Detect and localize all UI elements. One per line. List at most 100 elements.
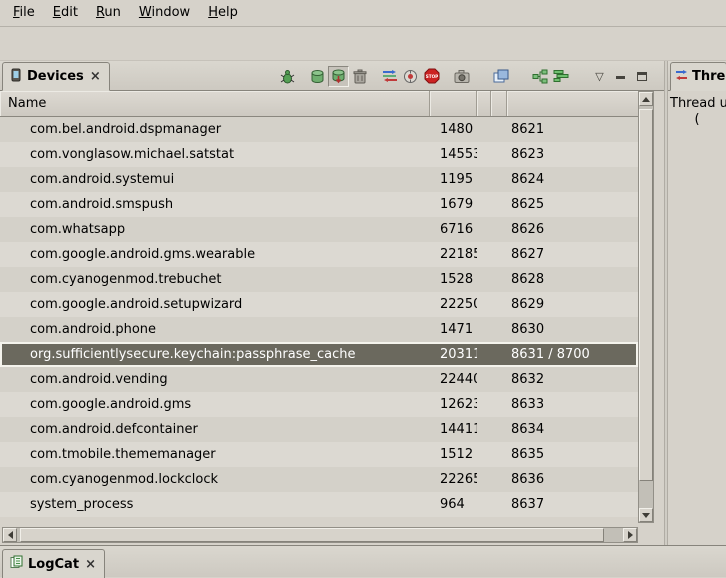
empty-cell xyxy=(491,317,507,342)
process-name: com.google.android.gms.wearable xyxy=(0,242,430,267)
close-icon[interactable]: × xyxy=(89,69,102,84)
process-pid: 14553 xyxy=(430,142,477,167)
table-row[interactable]: com.android.systemui 1195 8624 xyxy=(0,167,638,192)
stop-process-icon[interactable]: STOP xyxy=(421,66,442,87)
table-row[interactable]: com.cyanogenmod.lockclock 22265 8636 xyxy=(0,467,638,492)
process-name: com.whatsapp xyxy=(0,217,430,242)
process-port: 8624 xyxy=(507,167,638,192)
table-row[interactable]: org.sufficientlysecure.keychain:passphra… xyxy=(0,342,638,367)
table-header: Name xyxy=(0,91,638,117)
table-row[interactable]: com.bel.android.dspmanager 1480 8621 xyxy=(0,117,638,142)
scroll-down-icon[interactable] xyxy=(639,508,653,522)
update-threads-icon[interactable] xyxy=(379,66,400,87)
empty-cell xyxy=(477,117,491,142)
threads-view: Threads Thread up ( xyxy=(668,61,726,545)
menu-window[interactable]: Window xyxy=(130,0,199,26)
empty-cell xyxy=(477,242,491,267)
process-port: 8629 xyxy=(507,292,638,317)
table-row[interactable]: com.whatsapp 6716 8626 xyxy=(0,217,638,242)
cause-gc-icon[interactable] xyxy=(349,66,370,87)
process-name: com.google.android.gms xyxy=(0,392,430,417)
table-row[interactable]: com.android.smspush 1679 8625 xyxy=(0,192,638,217)
table-row[interactable]: com.android.vending 22440 8632 xyxy=(0,367,638,392)
table-row[interactable]: com.tmobile.thememanager 1512 8635 xyxy=(0,442,638,467)
menu-help[interactable]: Help xyxy=(199,0,247,26)
maximize-icon[interactable] xyxy=(631,66,652,87)
horizontal-scrollbar[interactable] xyxy=(2,527,638,543)
devices-toolbar: STOP ▽ xyxy=(277,64,652,88)
process-port: 8630 xyxy=(507,317,638,342)
close-icon[interactable]: × xyxy=(84,557,97,572)
process-name: org.sufficientlysecure.keychain:passphra… xyxy=(0,342,430,367)
table-row[interactable]: com.google.android.setupwizard 22250 862… xyxy=(0,292,638,317)
tab-logcat[interactable]: LogCat × xyxy=(2,549,105,578)
process-port: 8628 xyxy=(507,267,638,292)
process-pid: 22185 xyxy=(430,242,477,267)
empty-cell xyxy=(491,192,507,217)
update-heap-icon[interactable] xyxy=(307,66,328,87)
table-row[interactable]: com.android.phone 1471 8630 xyxy=(0,317,638,342)
column-header-name[interactable]: Name xyxy=(0,91,430,116)
table-row[interactable]: com.google.android.gms 12623 8633 xyxy=(0,392,638,417)
process-pid: 22250 xyxy=(430,292,477,317)
device-icon xyxy=(10,68,22,86)
empty-cell xyxy=(477,292,491,317)
empty-cell xyxy=(491,442,507,467)
process-port: 8637 xyxy=(507,492,638,517)
scroll-left-icon[interactable] xyxy=(3,528,17,542)
scroll-right-icon[interactable] xyxy=(623,528,637,542)
start-method-profiling-icon[interactable] xyxy=(400,66,421,87)
vertical-scrollbar[interactable] xyxy=(638,91,654,523)
process-pid: 1195 xyxy=(430,167,477,192)
minimize-icon[interactable] xyxy=(610,66,631,87)
scroll-up-icon[interactable] xyxy=(639,92,653,106)
process-pid: 6716 xyxy=(430,217,477,242)
horizontal-scroll-thumb[interactable] xyxy=(20,528,604,542)
menu-run[interactable]: Run xyxy=(87,0,130,26)
empty-cell xyxy=(491,342,507,367)
hierarchy-view-icon[interactable] xyxy=(529,66,550,87)
threads-message: Thread up ( xyxy=(668,91,726,128)
table-row[interactable]: com.vonglasow.michael.satstat 14553 8623 xyxy=(0,142,638,167)
column-header-empty[interactable] xyxy=(491,91,507,116)
process-port: 8623 xyxy=(507,142,638,167)
menu-file[interactable]: File xyxy=(4,0,44,26)
process-port: 8631 / 8700 xyxy=(507,342,638,367)
vertical-scroll-thumb[interactable] xyxy=(639,109,653,481)
debug-process-icon[interactable] xyxy=(277,66,298,87)
tab-devices[interactable]: Devices × xyxy=(2,62,110,91)
process-name: com.android.phone xyxy=(0,317,430,342)
menu-edit[interactable]: Edit xyxy=(44,0,87,26)
process-pid: 1471 xyxy=(430,317,477,342)
empty-cell xyxy=(491,292,507,317)
empty-cell xyxy=(491,492,507,517)
process-port: 8633 xyxy=(507,392,638,417)
process-name: com.android.defcontainer xyxy=(0,417,430,442)
process-port: 8632 xyxy=(507,367,638,392)
dump-hprof-icon[interactable] xyxy=(328,66,349,87)
column-header-pid[interactable] xyxy=(430,91,477,116)
empty-cell xyxy=(491,167,507,192)
column-header-port[interactable] xyxy=(507,91,638,116)
column-header-empty[interactable] xyxy=(477,91,491,116)
bottom-tab-bar: LogCat × xyxy=(0,545,726,577)
tab-threads[interactable]: Threads xyxy=(670,62,726,91)
devices-view: Devices × xyxy=(0,61,664,545)
empty-cell xyxy=(477,392,491,417)
empty-cell xyxy=(491,242,507,267)
process-table: com.bel.android.dspmanager 1480 8621 com… xyxy=(0,117,638,517)
process-name: com.cyanogenmod.trebuchet xyxy=(0,267,430,292)
view-menu-icon[interactable]: ▽ xyxy=(589,66,610,87)
table-row[interactable]: system_process 964 8637 xyxy=(0,492,638,517)
process-port: 8625 xyxy=(507,192,638,217)
empty-cell xyxy=(477,142,491,167)
table-row[interactable]: com.android.defcontainer 14411 8634 xyxy=(0,417,638,442)
dump-view-hierarchy-icon[interactable] xyxy=(490,66,511,87)
process-name: com.tmobile.thememanager xyxy=(0,442,430,467)
table-row[interactable]: com.cyanogenmod.trebuchet 1528 8628 xyxy=(0,267,638,292)
empty-cell xyxy=(477,442,491,467)
table-row[interactable]: com.google.android.gms.wearable 22185 86… xyxy=(0,242,638,267)
screen-capture-icon[interactable] xyxy=(451,66,472,87)
systrace-icon[interactable] xyxy=(550,66,571,87)
process-port: 8636 xyxy=(507,467,638,492)
